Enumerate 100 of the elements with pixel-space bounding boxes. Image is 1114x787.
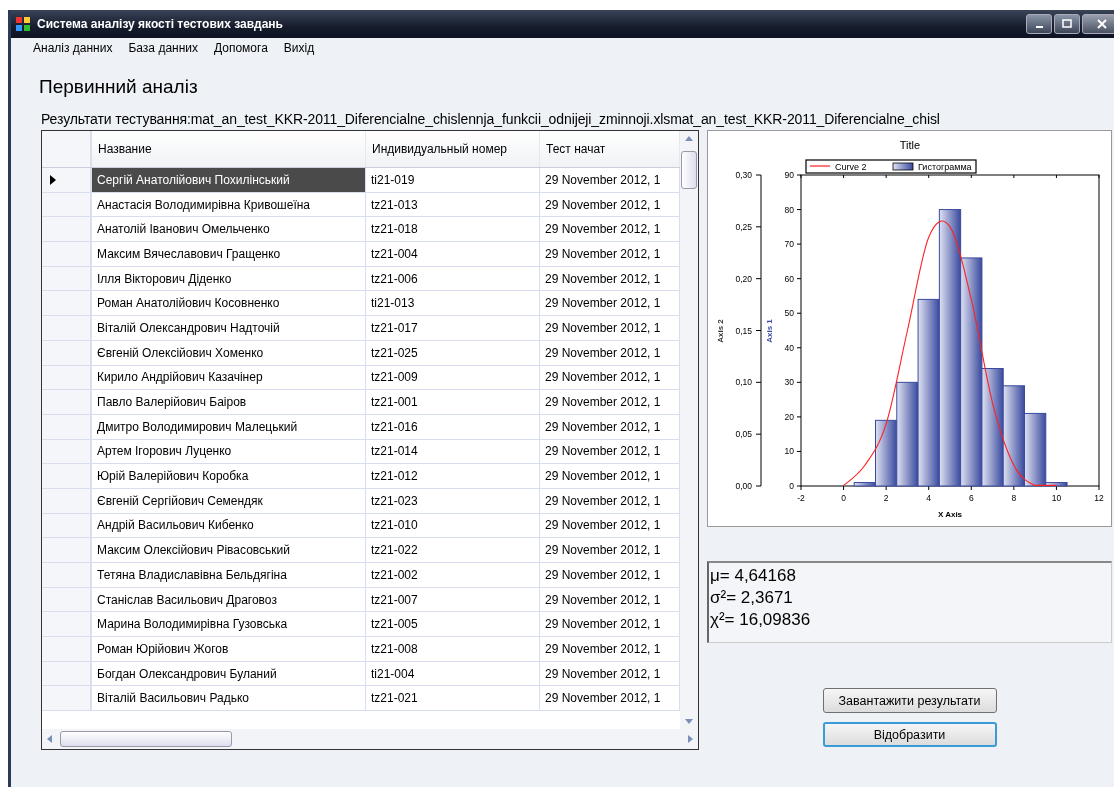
axis-tick-label: 6 [968,493,974,503]
table-cell: Андрій Васильович Кибенко [92,513,366,538]
maximize-icon [1061,18,1073,30]
table-cell: tz21-023 [366,488,540,513]
column-header[interactable]: Индивидуальный номер [366,131,540,167]
axis-tick-label: 0 [789,481,794,491]
column-header[interactable]: Название [92,131,366,167]
table-cell: ti21-019 [366,168,540,192]
axis-tick-label: -2 [797,493,805,503]
statistic-text: σ²= 2,3671 [710,587,794,609]
window-title: Система аналізу якості тестових завдань [37,17,284,31]
table-cell: tz21-009 [366,365,540,390]
maximize-button[interactable] [1054,14,1080,34]
table-cell: Тетяна Владиславівна Бельдягіна [92,563,366,587]
table-cell: Марина Володимирівна Гузовська [92,612,366,637]
table-cell: Ілля Вікторович Діденко [92,266,366,291]
table-cell: Максим Вячеславович Гращенко [92,242,366,266]
minimize-icon [1035,26,1043,28]
axis-tick-label: 0,30 [735,170,752,180]
table-cell: ti21-013 [366,291,540,316]
axis-tick-label: 8 [1011,493,1017,503]
table-cell: tz21-004 [366,242,540,266]
table-cell: ti21-004 [366,661,540,686]
scroll-left-icon[interactable] [46,734,52,744]
table-cell: Анастасія Володимирівна Кривошеїна [92,192,366,217]
close-button[interactable] [1082,14,1114,34]
axis-tick-label: 0,20 [735,273,752,284]
table-cell: tz21-002 [366,563,540,587]
scroll-down-icon[interactable] [684,719,694,725]
axis-tick-label: 2 [883,493,889,503]
table-cell: tz21-008 [366,637,540,661]
chart-title: Title [899,139,921,151]
table-cell: Роман Анатолійович Косовненко [92,291,366,316]
close-icon [1096,18,1108,30]
axis-tick-label: 10 [784,446,794,457]
table-cell: Богдан Олександрович Буланий [92,661,366,686]
menu-item[interactable]: Аналіз данних [25,41,121,55]
table-cell: Максим Олексійович Рівасовський [92,538,366,562]
minimize-button[interactable] [1026,14,1052,34]
axis-tick-label: 0,15 [735,325,752,336]
axis-title: Axis 2 [716,319,725,343]
legend-label: Гистограмма [918,162,972,172]
scroll-thumb[interactable] [60,731,232,747]
axis-tick-label: 0,10 [735,377,752,388]
menu-item[interactable]: Вихід [275,41,323,55]
menu-item[interactable]: База данних [120,41,206,55]
axis-tick-label: 0,05 [735,429,752,440]
axis-title: X Axis [937,510,963,519]
table-cell: Анатолій Іванович Омельченко [92,217,366,242]
statistic-text: μ= 4,64168 [710,565,797,587]
axis-tick-label: 0,25 [735,221,752,232]
table-cell: tz21-013 [366,192,540,217]
horizontal-scrollbar[interactable] [42,729,698,749]
axis-tick-label: 50 [784,308,794,319]
axis-tick-label: 4 [926,493,932,503]
axis-tick-label: 80 [784,204,794,215]
table-cell: Євгеній Олексійович Хоменко [92,340,366,365]
table-cell: tz21-010 [366,513,540,538]
scroll-right-icon[interactable] [688,734,694,744]
section-heading: Первинний аналіз [39,76,199,99]
table-cell: Артем Ігорович Луценко [92,439,366,464]
vertical-scrollbar[interactable] [680,131,698,729]
table-cell: tz21-007 [366,587,540,612]
table-cell: tz21-025 [366,340,540,365]
table-cell: Павло Валерійович Баіров [92,390,366,414]
action-button[interactable]: Завантажити результати [822,688,997,713]
axis-title: Axis 1 [765,319,774,343]
scroll-up-icon[interactable] [684,135,694,141]
table-cell: tz21-012 [366,464,540,488]
table-cell: tz21-005 [366,612,540,637]
table-cell: tz21-018 [366,217,540,242]
row-header[interactable] [42,168,92,192]
results-label: Результати тестування:mat_an_test_KKR-2011_Diferencialne_chislennja_funkcii_odnijeji_zminnoji.xlsmat_an_test_KKR-2011_Diferencialne_chisl [41,111,941,129]
axis-tick-label: 30 [784,377,794,388]
axis-tick-label: 0 [841,493,846,503]
table-cell: Євгеній Сергійович Семендяк [92,488,366,513]
axis-tick-label: 40 [784,342,794,353]
table-cell: Роман Юрійович Жогов [92,637,366,661]
table-cell: tz21-016 [366,414,540,439]
scroll-thumb[interactable] [681,151,697,189]
axis-tick-label: 70 [784,239,794,250]
table-cell: Станіслав Васильович Драговоз [92,587,366,612]
table-cell: tz21-006 [366,266,540,291]
table-cell: Дмитро Володимирович Малецький [92,414,366,439]
table-cell: tz21-017 [366,316,540,340]
table-cell: tz21-001 [366,390,540,414]
table-cell: tz21-014 [366,439,540,464]
axis-tick-label: 20 [784,411,794,422]
axis-tick-label: 0,00 [735,481,752,491]
table-cell: tz21-022 [366,538,540,562]
action-button[interactable]: Відобразити [822,722,997,747]
menu-item[interactable]: Допомога [206,41,276,55]
table-cell: Юрій Валерійович Коробка [92,464,366,488]
axis-tick-label: 60 [784,273,794,284]
statistic-text: χ²= 16,09836 [710,609,812,631]
table-cell: tz21-021 [366,686,540,711]
axis-tick-label: 90 [784,170,794,180]
axis-tick-label: 12 [1094,493,1104,503]
legend-label: Curve 2 [835,162,867,172]
table-cell: Віталій Васильович Радько [92,686,366,711]
